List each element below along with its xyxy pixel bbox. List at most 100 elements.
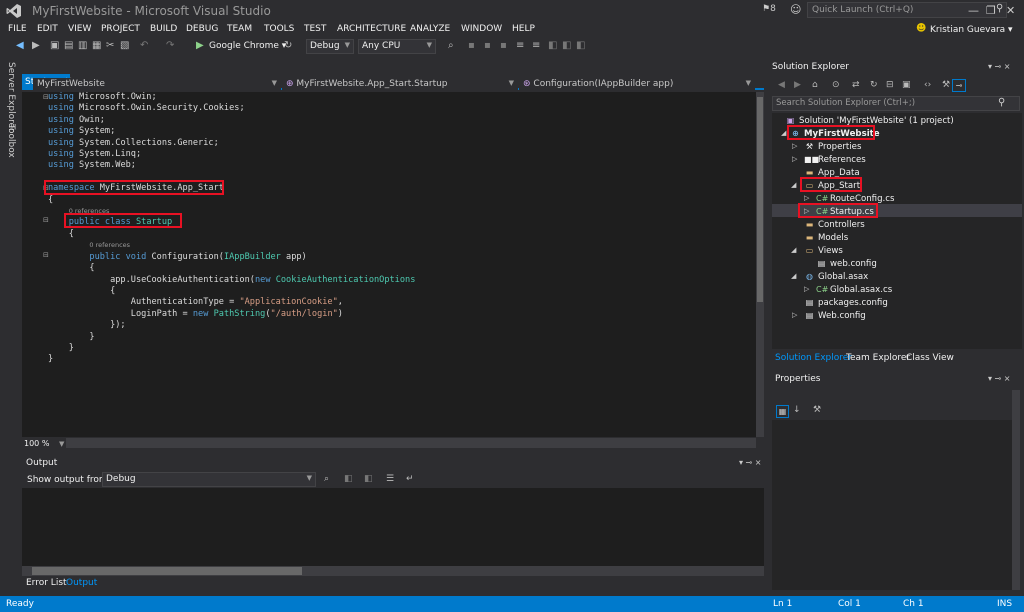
search-icon[interactable]: ⚲: [996, 3, 1003, 14]
menu-file[interactable]: FILE: [8, 24, 27, 34]
pending-changes-icon[interactable]: ⊙: [832, 80, 840, 90]
next-message-icon[interactable]: ◧: [364, 474, 373, 484]
preview-selected-icon[interactable]: ⊸: [952, 79, 966, 92]
new-project-icon[interactable]: ▣: [50, 40, 59, 51]
find-message-icon[interactable]: ⌕: [324, 474, 329, 484]
notification-flag[interactable]: ⚑8: [762, 4, 776, 14]
copy-icon[interactable]: ▧: [120, 40, 129, 51]
tree-item-web-config[interactable]: ▤ Web.config: [804, 309, 866, 322]
menu-project[interactable]: PROJECT: [101, 24, 140, 34]
menu-window[interactable]: WINDOW: [461, 24, 502, 34]
toolbar-icon-a[interactable]: ▪: [468, 40, 475, 51]
tree-item-views[interactable]: ▭ Views: [804, 244, 843, 257]
toolbar-icon-b[interactable]: ▪: [484, 40, 491, 51]
minimize-button[interactable]: —: [968, 4, 979, 17]
menu-tools[interactable]: TOOLS: [264, 24, 294, 34]
menu-help[interactable]: HELP: [512, 24, 535, 34]
codelens-references[interactable]: 0 references: [89, 241, 130, 249]
clear-all-icon[interactable]: ☰: [386, 474, 394, 484]
open-file-icon[interactable]: ▤: [64, 40, 73, 51]
cut-icon[interactable]: ✂: [106, 40, 114, 51]
feedback-icon[interactable]: ☺: [790, 3, 801, 16]
tree-item-models[interactable]: ▬ Models: [804, 231, 849, 244]
output-window-controls[interactable]: ▾ ⊸ ×: [739, 458, 762, 467]
server-explorer-tab[interactable]: Server Explorer: [6, 62, 16, 132]
expanded-arrow-icon[interactable]: ◢: [791, 270, 796, 283]
toolbox-tab[interactable]: Toolbox: [6, 124, 16, 158]
properties-scrollbar[interactable]: [1012, 390, 1020, 590]
output-scroll-thumb[interactable]: [32, 567, 302, 575]
configuration-dropdown[interactable]: Debug ▼: [306, 39, 354, 54]
tree-item-views-web-config[interactable]: ▤ web.config: [816, 257, 877, 270]
bookmark-prev-icon[interactable]: ◧: [562, 40, 571, 51]
navigate-back-icon[interactable]: ◀: [16, 40, 24, 51]
zoom-level[interactable]: 100 %: [24, 439, 49, 448]
collapsed-arrow-icon[interactable]: ▷: [792, 153, 797, 166]
bookmark-next-icon[interactable]: ◧: [576, 40, 585, 51]
show-all-files-icon[interactable]: ▣: [902, 80, 911, 90]
close-button[interactable]: ✕: [1006, 4, 1015, 17]
member-nav-dropdown[interactable]: ⊛ Configuration(IAppBuilder app) ▼: [519, 78, 755, 92]
tab-class-view[interactable]: Class View: [906, 353, 954, 363]
menu-analyze[interactable]: ANALYZE: [410, 24, 450, 34]
tab-team-explorer[interactable]: Team Explorer: [846, 353, 910, 363]
code-text[interactable]: using Microsoft.Owin; using Microsoft.Ow…: [48, 92, 415, 366]
class-nav-dropdown[interactable]: ⊕ MyFirstWebsite.App_Start.Startup ▼: [282, 78, 518, 92]
menu-architecture[interactable]: ARCHITECTURE: [337, 24, 406, 34]
expanded-arrow-icon[interactable]: ◢: [781, 127, 786, 140]
output-text-area[interactable]: [22, 488, 764, 576]
output-source-dropdown[interactable]: Debug ▼: [102, 472, 316, 487]
prev-message-icon[interactable]: ◧: [344, 474, 353, 484]
menu-build[interactable]: BUILD: [150, 24, 177, 34]
editor-horizontal-scrollbar[interactable]: [66, 438, 756, 448]
collapsed-arrow-icon[interactable]: ▷: [804, 283, 809, 296]
undo-icon[interactable]: ↶: [140, 40, 148, 51]
forward-icon[interactable]: ▶: [794, 80, 801, 90]
word-wrap-icon[interactable]: ↵: [406, 474, 414, 484]
start-debugging-icon[interactable]: ▶: [196, 40, 204, 51]
comment-icon[interactable]: ≡: [516, 40, 524, 51]
tree-item-global-asax-cs[interactable]: C# Global.asax.cs: [816, 283, 892, 296]
bookmark-icon[interactable]: ◧: [548, 40, 557, 51]
menu-edit[interactable]: EDIT: [37, 24, 58, 34]
properties-grid[interactable]: [772, 420, 1012, 590]
project-nav-dropdown[interactable]: MyFirstWebsite ▼: [33, 78, 281, 92]
redo-icon[interactable]: ↷: [166, 40, 174, 51]
browser-selector[interactable]: Google Chrome ▾: [209, 41, 286, 51]
tree-item-global-asax[interactable]: ◍ Global.asax: [804, 270, 868, 283]
find-in-files-icon[interactable]: ⌕: [448, 40, 454, 51]
properties-wrench-icon[interactable]: ⚒: [942, 80, 950, 90]
tree-item-controllers[interactable]: ▬ Controllers: [804, 218, 865, 231]
properties-window-controls[interactable]: ▾ ⊸ ×: [988, 374, 1011, 383]
expanded-arrow-icon[interactable]: ◢: [791, 244, 796, 257]
save-icon[interactable]: ▥: [78, 40, 87, 51]
refresh-icon[interactable]: ↻: [870, 80, 878, 90]
chevron-down-icon[interactable]: ▼: [59, 440, 64, 448]
view-code-icon[interactable]: ‹›: [924, 80, 931, 90]
expanded-arrow-icon[interactable]: ◢: [791, 179, 796, 192]
menu-debug[interactable]: DEBUG: [186, 24, 218, 34]
refresh-icon[interactable]: ↻: [284, 40, 292, 51]
tree-item-properties[interactable]: ⚒ Properties: [804, 140, 862, 153]
sync-icon[interactable]: ⇄: [852, 80, 860, 90]
back-icon[interactable]: ◀: [778, 80, 785, 90]
menu-view[interactable]: VIEW: [68, 24, 91, 34]
property-pages-icon[interactable]: ⚒: [813, 405, 821, 415]
solution-explorer-window-controls[interactable]: ▾ ⊸ ×: [988, 62, 1011, 71]
solution-explorer-search[interactable]: Search Solution Explorer (Ctrl+;): [772, 96, 1020, 111]
home-icon[interactable]: ⌂: [812, 80, 818, 90]
tab-solution-explorer[interactable]: Solution Explorer: [775, 353, 852, 363]
menu-test[interactable]: TEST: [304, 24, 326, 34]
alphabetical-icon[interactable]: ↓: [793, 405, 801, 415]
navigate-forward-icon[interactable]: ▶: [32, 40, 40, 51]
tab-output[interactable]: Output: [66, 578, 97, 588]
user-account-menu[interactable]: Kristian Guevara ▾: [930, 25, 1013, 35]
categorized-icon[interactable]: ▦: [776, 405, 789, 418]
toolbar-icon-c[interactable]: ▪: [500, 40, 507, 51]
editor-scroll-thumb[interactable]: [757, 97, 763, 302]
maximize-button[interactable]: ❐: [986, 4, 996, 17]
uncomment-icon[interactable]: ≡: [532, 40, 540, 51]
search-icon[interactable]: ⚲: [998, 97, 1005, 108]
tree-item-references[interactable]: ■■References: [804, 153, 866, 166]
collapse-all-icon[interactable]: ⊟: [886, 80, 894, 90]
